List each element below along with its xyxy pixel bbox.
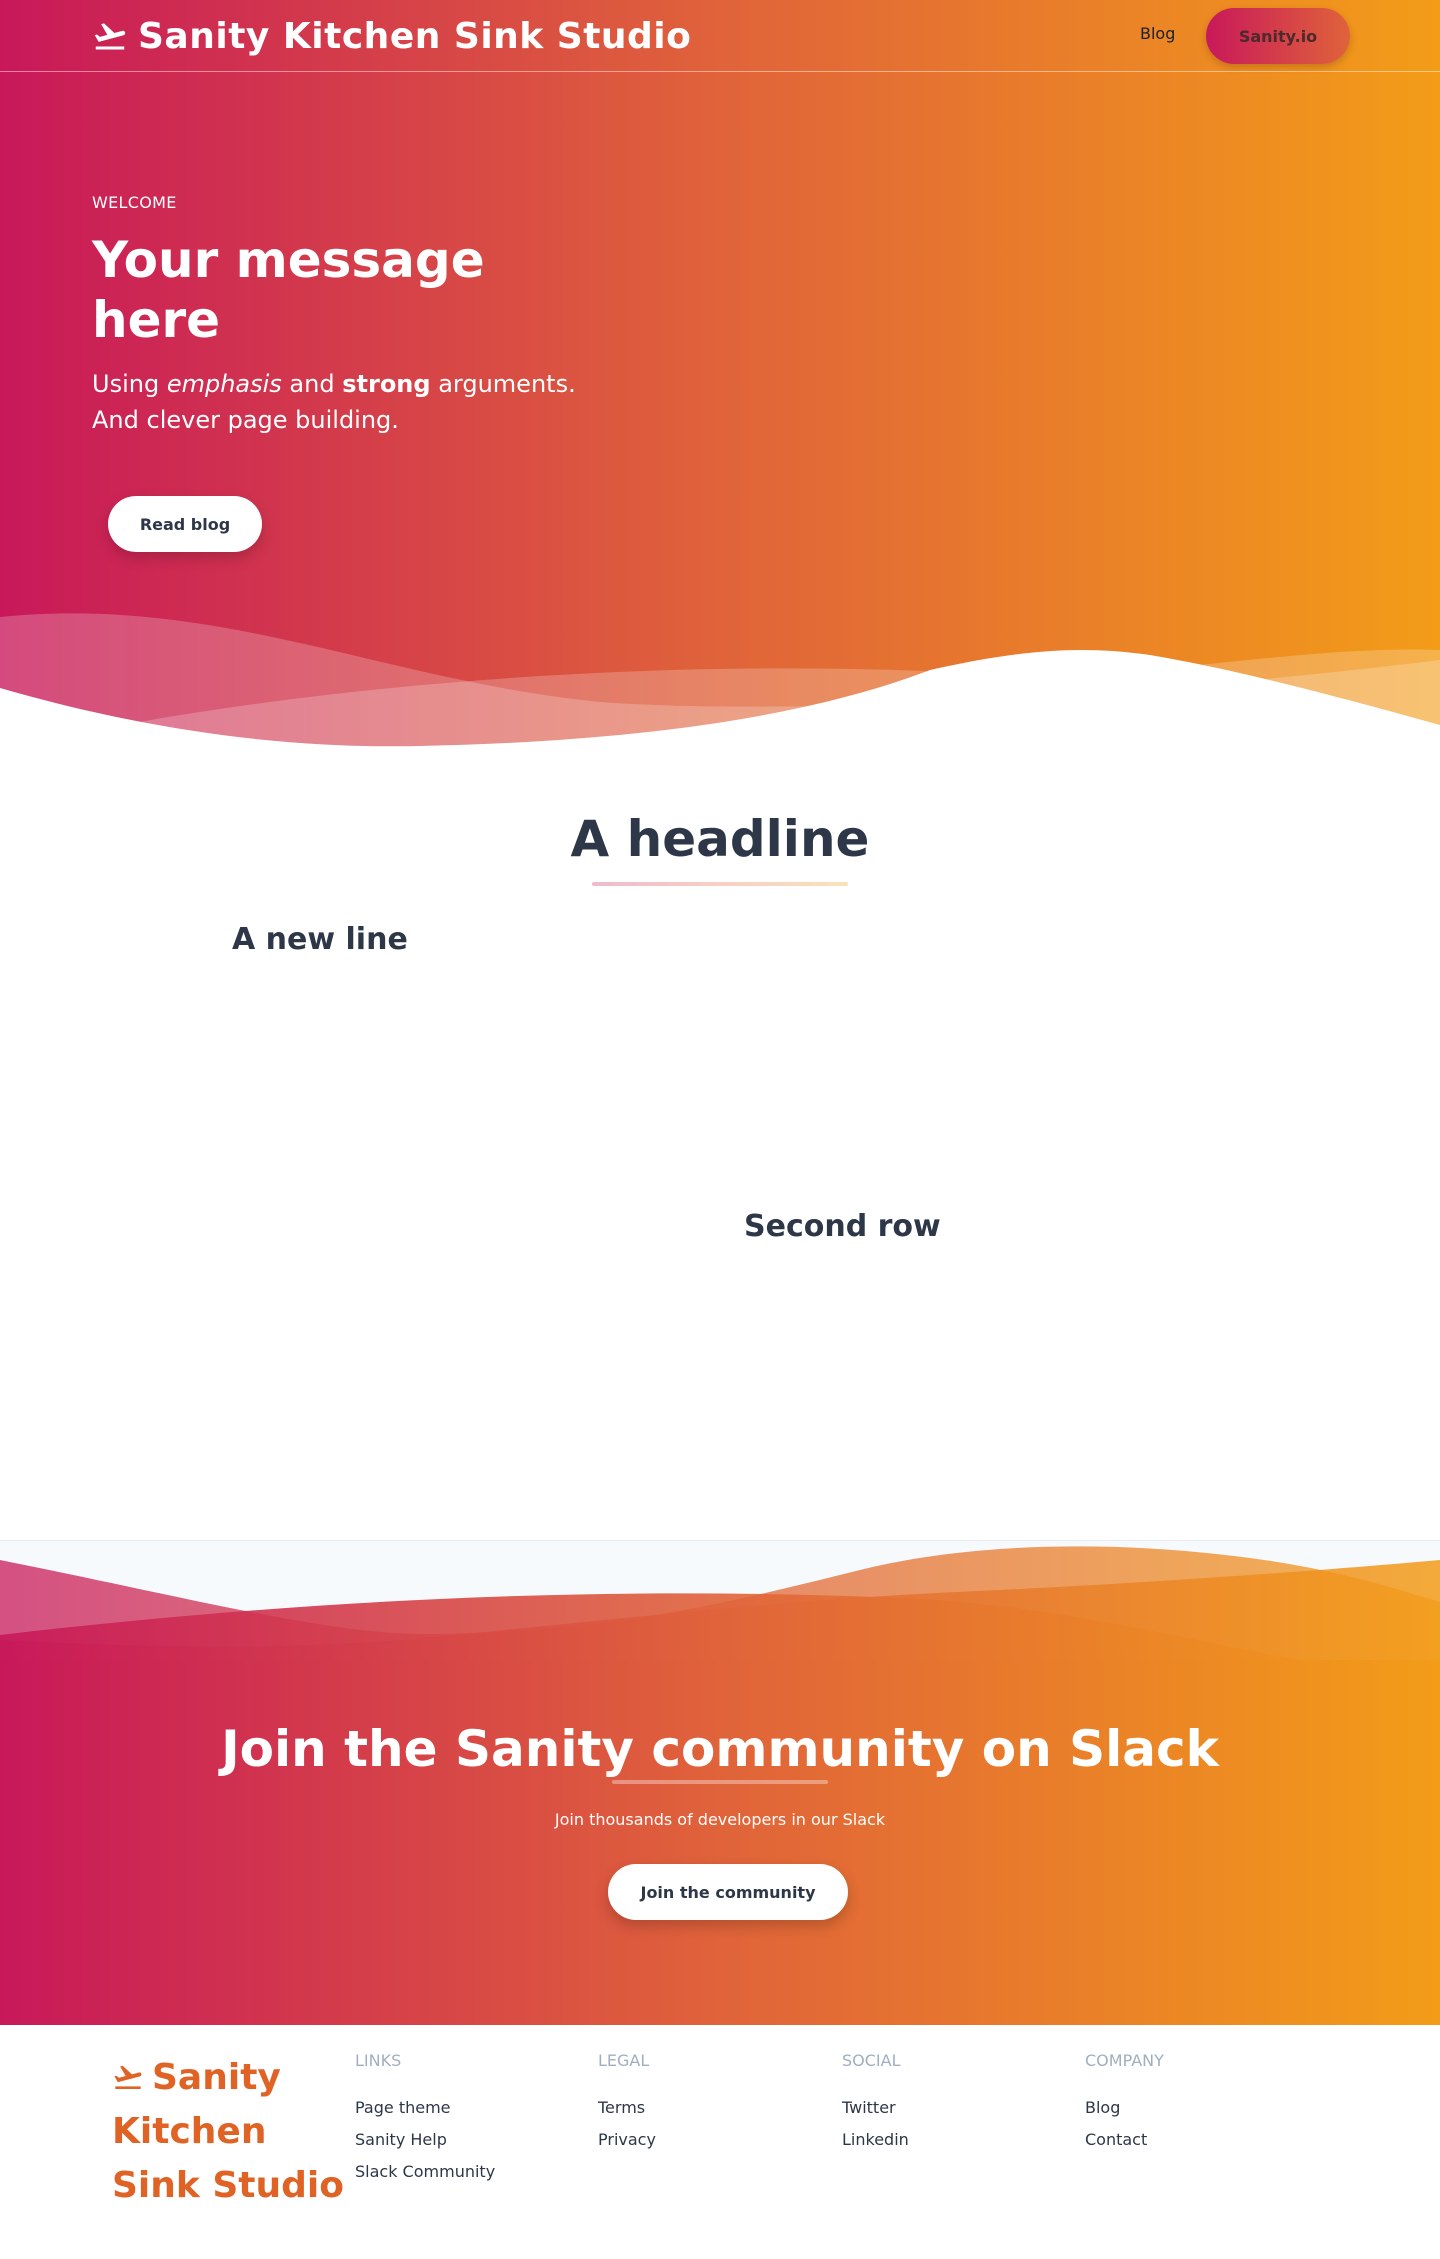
footer-link-contact[interactable]: Contact: [1085, 2124, 1305, 2156]
footer-link-twitter[interactable]: Twitter: [842, 2092, 1062, 2124]
slack-cta-section: Join the Sanity community on Slack Join …: [0, 1540, 1440, 2025]
join-community-button[interactable]: Join the community: [608, 1864, 848, 1920]
footer-column-title: LEGAL: [598, 2051, 650, 2070]
read-blog-button[interactable]: Read blog: [108, 496, 262, 552]
footer-link-linkedin[interactable]: Linkedin: [842, 2124, 1062, 2156]
cta-title: Join the Sanity community on Slack: [221, 1720, 1219, 1778]
hero-subtitle-text: and: [281, 370, 343, 398]
hero-subtitle-emphasis: emphasis: [166, 370, 282, 398]
hero-subtitle: Using emphasis and strong arguments. And…: [92, 366, 632, 438]
hero-subtitle-strong: strong: [342, 370, 431, 398]
hero-subtitle-text: arguments.: [430, 370, 576, 398]
footer-column-links: LINKS Page theme Sanity Help Slack Commu…: [355, 2051, 575, 2188]
cta-underline: [612, 1780, 828, 1784]
brand-name: Sanity Kitchen Sink Studio: [138, 15, 692, 57]
plane-takeoff-icon: [94, 23, 126, 50]
footer-column-title: SOCIAL: [842, 2051, 901, 2070]
footer-link-page-theme[interactable]: Page theme: [355, 2092, 575, 2124]
new-line-heading: A new line: [232, 922, 408, 957]
plane-takeoff-icon: [114, 2065, 142, 2089]
hero-wave-divider: [0, 613, 1440, 760]
footer-link-blog[interactable]: Blog: [1085, 2092, 1305, 2124]
cta-wave-divider: [0, 1546, 1440, 1700]
footer: Sanity Kitchen Sink Studio LINKS Page th…: [0, 2025, 1440, 2259]
hero-eyebrow: WELCOME: [92, 193, 177, 212]
footer-column-company: COMPANY Blog Contact: [1085, 2051, 1305, 2156]
hero-subtitle-line2: And clever page building.: [92, 406, 399, 434]
hero-section: Sanity Kitchen Sink Studio Blog Sanity.i…: [0, 0, 1440, 760]
hero-title: Your message here: [92, 231, 485, 349]
footer-column-legal: LEGAL Terms Privacy: [598, 2051, 818, 2156]
footer-column-title: COMPANY: [1085, 2051, 1164, 2070]
nav-link-blog[interactable]: Blog: [1140, 24, 1175, 43]
footer-link-terms[interactable]: Terms: [598, 2092, 818, 2124]
footer-link-sanity-help[interactable]: Sanity Help: [355, 2124, 575, 2156]
footer-link-slack-community[interactable]: Slack Community: [355, 2156, 575, 2188]
cta-subtitle: Join thousands of developers in our Slac…: [554, 1810, 886, 1829]
brand-link[interactable]: Sanity Kitchen Sink Studio: [92, 10, 691, 62]
second-row-heading: Second row: [744, 1209, 941, 1244]
footer-brand-name: Sanity Kitchen Sink Studio: [112, 2057, 344, 2206]
footer-column-social: SOCIAL Twitter Linkedin: [842, 2051, 1062, 2156]
footer-link-privacy[interactable]: Privacy: [598, 2124, 818, 2156]
section-headline: A headline: [570, 810, 870, 868]
hero-subtitle-text: Using: [92, 370, 167, 398]
headline-underline: [592, 882, 848, 886]
footer-brand-link[interactable]: Sanity Kitchen Sink Studio: [112, 2051, 352, 2213]
sanity-io-button[interactable]: Sanity.io: [1206, 8, 1350, 64]
navbar: Sanity Kitchen Sink Studio Blog Sanity.i…: [0, 0, 1440, 72]
footer-column-title: LINKS: [355, 2051, 402, 2070]
